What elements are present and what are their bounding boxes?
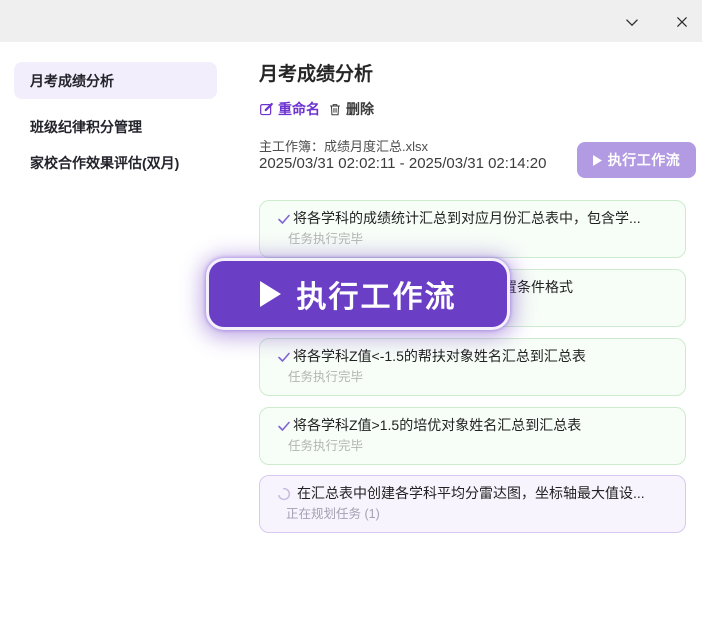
task-card-5[interactable]: 在汇总表中创建各学科平均分雷达图，坐标轴最大值设... 正在规划任务 (1) [259, 475, 686, 533]
workbook-label: 主工作簿： [259, 139, 324, 154]
task-card-4[interactable]: 将各学科Z值>1.5的培优对象姓名汇总到汇总表 任务执行完毕 [259, 407, 686, 465]
edit-icon [259, 102, 274, 117]
check-icon [277, 350, 291, 364]
task-status: 正在规划任务 (1) [286, 506, 671, 522]
task-status: 任务执行完毕 [288, 231, 671, 247]
execute-workflow-button[interactable]: 执行工作流 [577, 142, 696, 178]
play-icon [260, 281, 281, 307]
task-title: 将各学科Z值<-1.5的帮扶对象姓名汇总到汇总表 [293, 347, 586, 366]
task-card-3[interactable]: 将各学科Z值<-1.5的帮扶对象姓名汇总到汇总表 任务执行完毕 [259, 338, 686, 396]
chevron-down-icon[interactable] [620, 10, 644, 34]
header-actions: 重命名 删除 [259, 99, 374, 119]
rename-button[interactable]: 重命名 [259, 99, 320, 119]
titlebar [0, 0, 702, 42]
spinner-icon [277, 487, 291, 501]
task-status: 任务执行完毕 [288, 369, 671, 385]
delete-button[interactable]: 删除 [328, 99, 374, 119]
task-title: 将各学科的成绩统计汇总到对应月份汇总表中，包含学... [293, 209, 641, 228]
workflow-panel: 月考成绩分析 班级纪律积分管理 家校合作效果评估(双月) 月考成绩分析 重命名 … [0, 0, 702, 626]
close-icon[interactable] [670, 10, 694, 34]
task-card-1[interactable]: 将各学科的成绩统计汇总到对应月份汇总表中，包含学... 任务执行完毕 [259, 200, 686, 258]
task-title: 在汇总表中创建各学科平均分雷达图，坐标轴最大值设... [297, 484, 645, 503]
rename-label: 重命名 [278, 99, 320, 119]
execute-workflow-label: 执行工作流 [608, 150, 681, 170]
task-title: 置条件格式 [503, 278, 573, 297]
page-title: 月考成绩分析 [259, 62, 373, 88]
sidebar-item-label: 月考成绩分析 [30, 71, 114, 91]
task-status: 任务执行完毕 [288, 438, 671, 454]
task-title: 将各学科Z值>1.5的培优对象姓名汇总到汇总表 [293, 416, 581, 435]
execute-workflow-overlay-button[interactable]: 执行工作流 [206, 258, 510, 330]
check-icon [277, 419, 291, 433]
sidebar-item-home-school-evaluation[interactable]: 家校合作效果评估(双月) [14, 144, 217, 181]
sidebar-item-monthly-exam-analysis[interactable]: 月考成绩分析 [14, 62, 217, 99]
workbook-line: 主工作簿：成绩月度汇总.xlsx [259, 136, 428, 155]
overlay-button-label: 执行工作流 [297, 272, 457, 316]
sidebar-item-label: 班级纪律积分管理 [30, 117, 142, 137]
check-icon [277, 212, 291, 226]
delete-label: 删除 [346, 99, 374, 119]
trash-icon [328, 102, 342, 117]
time-range: 2025/03/31 02:02:11 - 2025/03/31 02:14:2… [259, 155, 546, 172]
sidebar-item-label: 家校合作效果评估(双月) [30, 153, 179, 173]
workbook-name: 成绩月度汇总.xlsx [324, 139, 428, 154]
sidebar-item-class-discipline-points[interactable]: 班级纪律积分管理 [14, 108, 217, 145]
play-icon [593, 155, 602, 166]
